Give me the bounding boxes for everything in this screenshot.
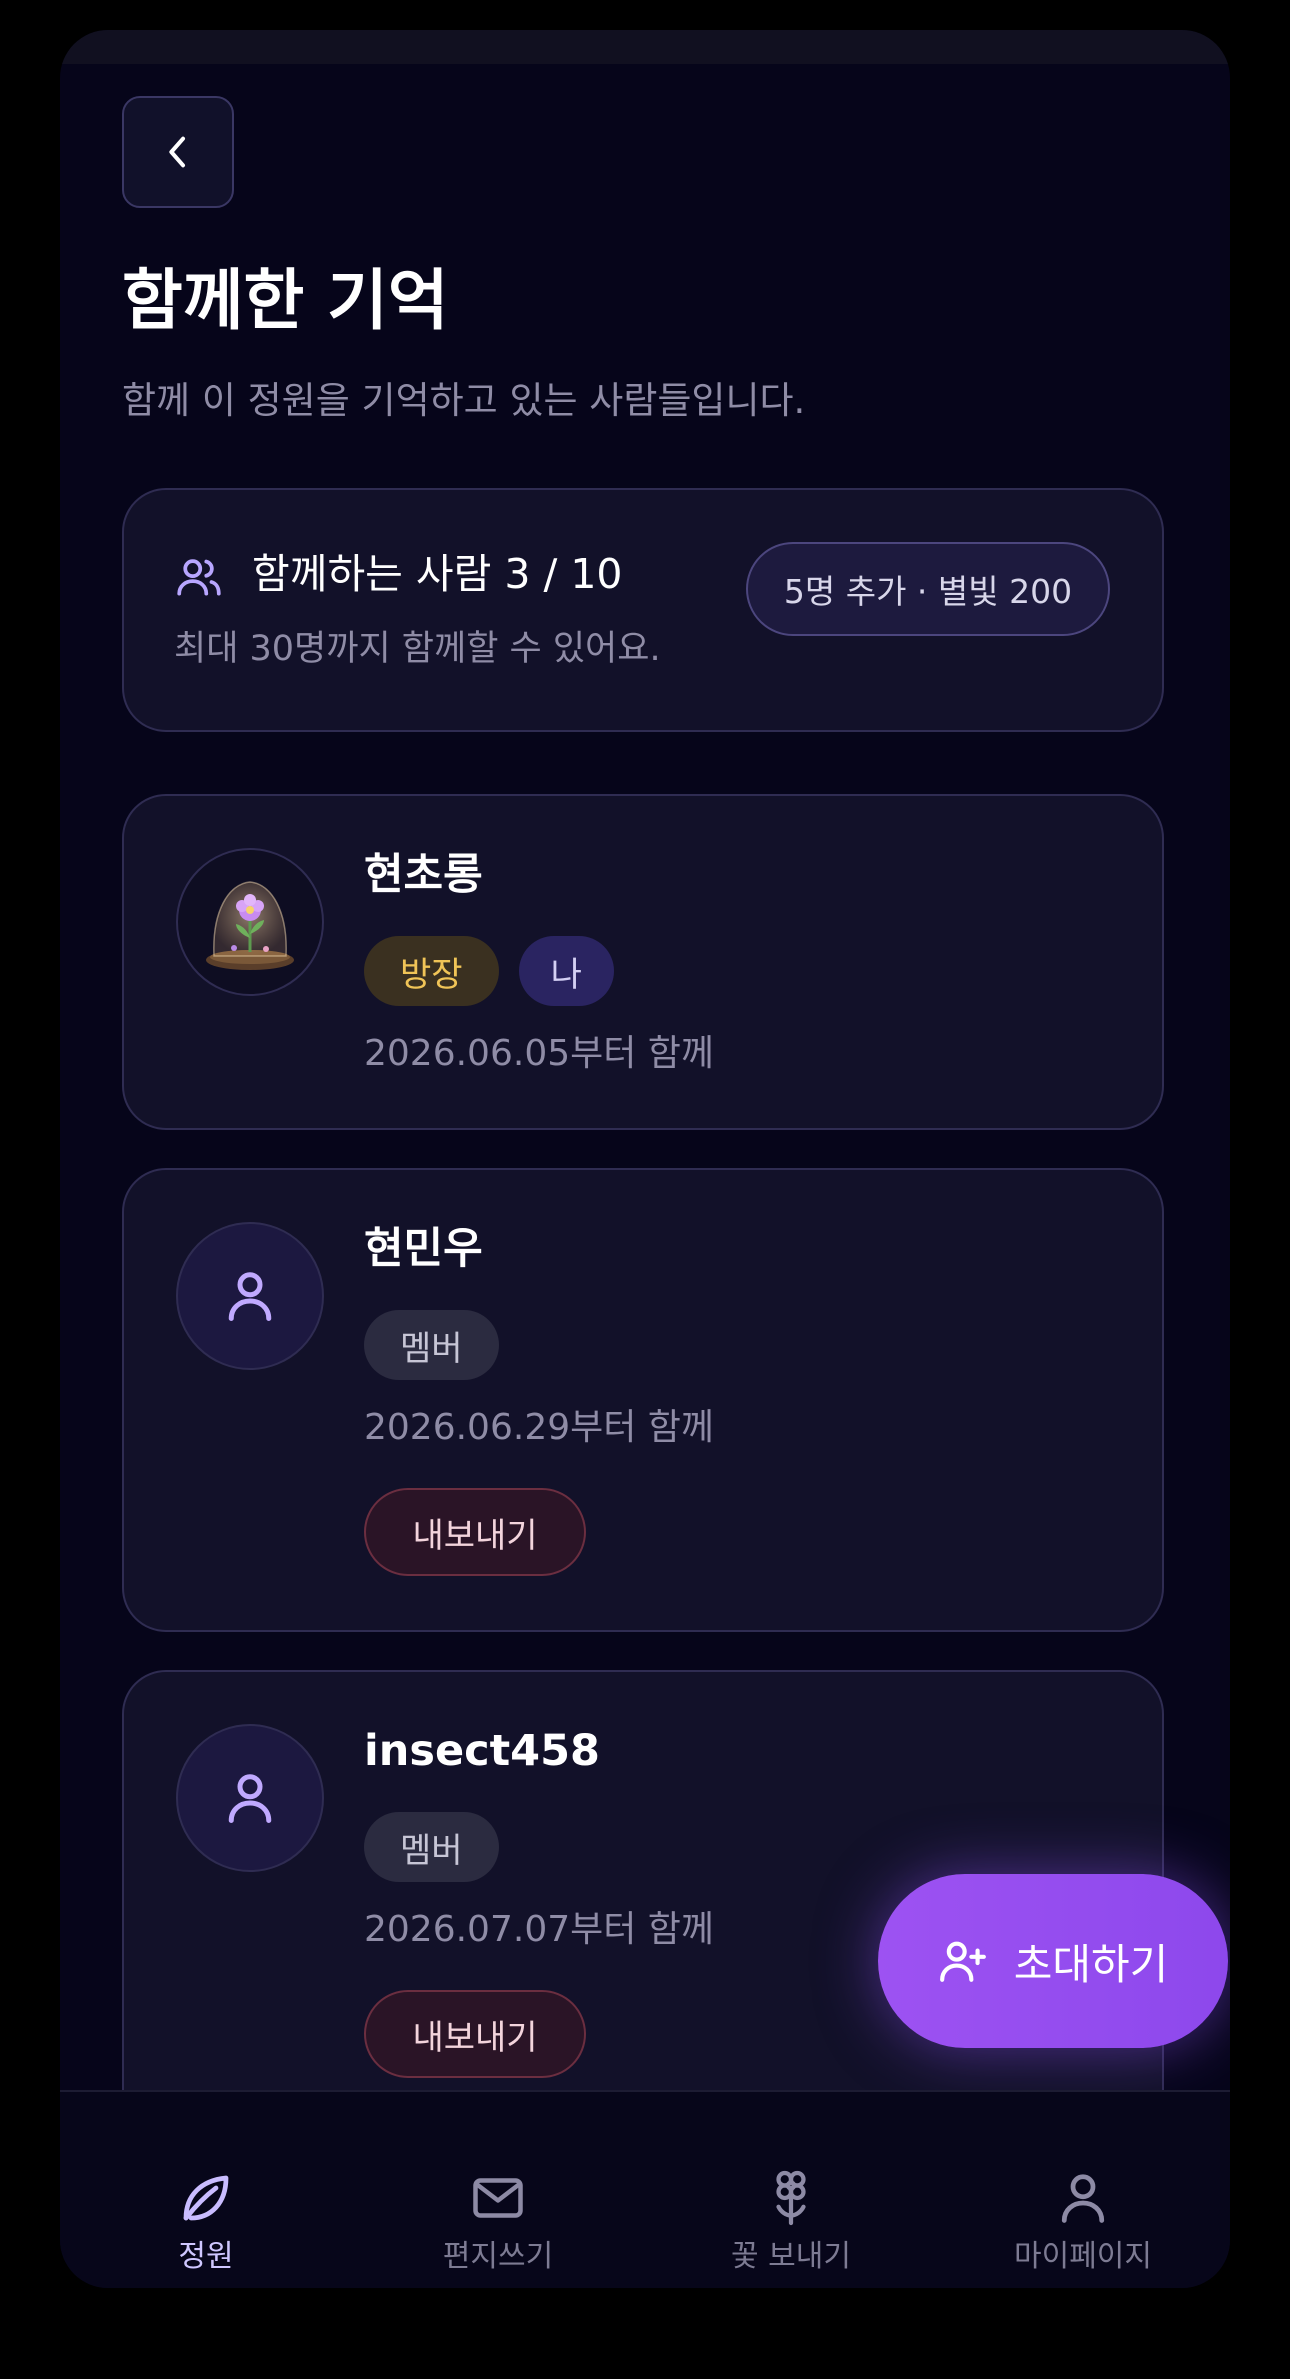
flower-icon	[776, 2170, 806, 2226]
member-count-title: 함께하는 사람 3 / 10	[252, 550, 623, 598]
tab-label: 정원	[178, 2239, 234, 2274]
remove-member-button[interactable]: 내보내기	[364, 1488, 586, 1576]
user-icon	[228, 1774, 272, 1823]
status-strip	[60, 30, 1230, 64]
tab-label: 마이페이지	[1014, 2239, 1152, 2274]
member-card: 현초롱 방장 나 2026.06.05부터 함께	[122, 794, 1164, 1130]
tab-mypage[interactable]: 마이페이지	[937, 2092, 1229, 2288]
member-name: 현초롱	[364, 850, 483, 900]
users-icon	[177, 559, 221, 596]
member-badges: 멤버	[364, 1812, 499, 1882]
member-badges: 방장 나	[364, 936, 614, 1006]
avatar	[176, 1724, 324, 1872]
avatar	[176, 1222, 324, 1370]
chevron-left-icon	[169, 136, 185, 168]
leaf-icon	[183, 2175, 229, 2221]
page-title: 함께한 기억	[122, 262, 449, 339]
member-count-card: 함께하는 사람 3 / 10 최대 30명까지 함께할 수 있어요. 5명 추가…	[122, 488, 1164, 732]
me-badge: 나	[518, 936, 614, 1006]
tab-letter[interactable]: 편지쓰기	[352, 2092, 644, 2288]
tab-garden[interactable]: 정원	[60, 2092, 352, 2288]
tab-label: 편지쓰기	[442, 2239, 554, 2274]
member-name: 현민우	[364, 1224, 483, 1274]
page-subtitle: 함께 이 정원을 기억하고 있는 사람들입니다.	[122, 379, 806, 422]
avatar	[176, 848, 324, 996]
back-button[interactable]	[122, 96, 234, 208]
tab-label: 꽃 보내기	[731, 2239, 851, 2274]
member-since: 2026.06.05부터 함께	[364, 1033, 715, 1074]
remove-member-button[interactable]: 내보내기	[364, 1990, 586, 2078]
owner-badge: 방장	[364, 936, 499, 1006]
invite-label: 초대하기	[1013, 1939, 1169, 1989]
user-icon	[1061, 2174, 1105, 2223]
member-since: 2026.06.29부터 함께	[364, 1407, 715, 1448]
bottom-tab-bar: 정원 편지쓰기 꽃 보내기 마이페이지	[60, 2090, 1230, 2288]
add-slots-button[interactable]: 5명 추가 · 별빛 200	[746, 542, 1110, 636]
member-badge: 멤버	[364, 1812, 499, 1882]
member-badge: 멤버	[364, 1310, 499, 1380]
app-screen: 함께한 기억 함께 이 정원을 기억하고 있는 사람들입니다. 함께하는 사람 …	[60, 30, 1230, 2288]
invite-button[interactable]: 초대하기	[878, 1874, 1228, 2048]
member-limit-description: 최대 30명까지 함께할 수 있어요.	[174, 629, 661, 669]
member-badges: 멤버	[364, 1310, 499, 1380]
member-card: 현민우 멤버 2026.06.29부터 함께 내보내기	[122, 1168, 1164, 1632]
mail-icon	[473, 2178, 523, 2218]
user-icon	[228, 1272, 272, 1321]
member-since: 2026.07.07부터 함께	[364, 1909, 715, 1950]
glass-flower-dome-icon	[206, 881, 294, 970]
tab-send-flower[interactable]: 꽃 보내기	[645, 2092, 937, 2288]
user-plus-icon	[939, 1941, 986, 1982]
member-name: insect458	[364, 1726, 600, 1776]
